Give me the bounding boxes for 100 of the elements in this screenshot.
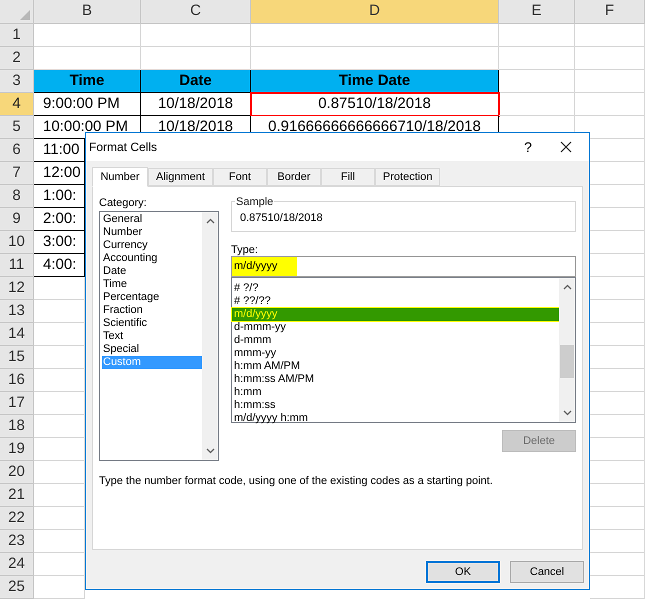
format-item[interactable]: d-mmm [232, 334, 559, 347]
row-header[interactable]: 6 [0, 139, 34, 162]
type-value: m/d/yyyy [232, 257, 298, 276]
table-cell: 1:00: [34, 185, 85, 208]
scroll-down-icon[interactable] [206, 448, 214, 454]
table-cell: 4:00: [34, 254, 85, 277]
category-list[interactable]: General Number Currency Accounting Date Time Percentage Fraction Scientific Text Special Custom [99, 211, 219, 461]
tab[interactable]: Number [92, 167, 148, 187]
cancel-button[interactable]: Cancel [510, 561, 584, 583]
table-cell: 3:00: [34, 231, 85, 254]
ok-button[interactable]: OK [426, 561, 500, 583]
category-item[interactable]: Special [102, 343, 202, 356]
triangle-icon [20, 10, 30, 20]
row-header[interactable]: 18 [0, 415, 34, 438]
row-header[interactable]: 17 [0, 392, 34, 415]
table-cell: 2:00: [34, 208, 85, 231]
row-header[interactable]: 11 [0, 254, 34, 277]
empty-cell[interactable] [499, 47, 575, 70]
category-item[interactable]: Scientific [102, 317, 202, 330]
column-heading: Time [34, 70, 141, 93]
row-header[interactable]: 15 [0, 346, 34, 369]
column-header[interactable]: F [575, 0, 645, 24]
close-icon [560, 141, 572, 153]
category-label: Category: [99, 196, 148, 211]
row-header[interactable]: 22 [0, 507, 34, 530]
column-header[interactable]: E [499, 0, 575, 24]
scroll-up-icon[interactable] [206, 218, 214, 224]
table-cell: 12:00 [34, 162, 85, 185]
tab[interactable]: Alignment [148, 168, 213, 186]
row-header[interactable]: 9 [0, 208, 34, 231]
select-all-corner[interactable] [0, 0, 34, 24]
category-item[interactable]: General [102, 213, 202, 226]
format-item[interactable]: h:mm:ss AM/PM [232, 373, 559, 386]
row-header[interactable]: 7 [0, 162, 34, 185]
sample-value: 0.87510/18/2018 [240, 211, 323, 226]
row-header[interactable]: 5 [0, 116, 34, 139]
table-cell: 9:00:00 PM [34, 93, 141, 116]
empty-cell[interactable] [499, 24, 575, 47]
scrollbar[interactable] [559, 278, 575, 422]
empty-cell[interactable] [575, 70, 645, 93]
empty-cell[interactable] [575, 47, 645, 70]
row-header[interactable]: 19 [0, 438, 34, 461]
tab[interactable]: Font [212, 168, 267, 186]
row-header[interactable]: 3 [0, 70, 34, 93]
format-item[interactable]: d-mmm-yy [232, 321, 559, 334]
column-header[interactable]: B [34, 0, 141, 24]
category-item[interactable]: Accounting [102, 252, 202, 265]
category-item[interactable]: Fraction [102, 304, 202, 317]
row-header[interactable]: 12 [0, 277, 34, 300]
category-item[interactable]: Percentage [102, 291, 202, 304]
row-header[interactable]: 8 [0, 185, 34, 208]
row-header[interactable]: 2 [0, 47, 34, 70]
category-item[interactable]: Text [102, 330, 202, 343]
format-item[interactable]: h:mm [232, 386, 559, 399]
empty-cell[interactable] [575, 93, 645, 116]
window-title: Format Cells [89, 139, 158, 156]
format-item[interactable]: m/d/yyyy h:mm [232, 412, 559, 425]
table-cell: 11:00 [34, 139, 85, 162]
row-header[interactable]: 20 [0, 461, 34, 484]
empty-cell[interactable] [141, 24, 251, 47]
row-header[interactable]: 23 [0, 530, 34, 553]
scroll-thumb[interactable] [560, 345, 574, 378]
row-header[interactable]: 14 [0, 323, 34, 346]
scroll-down-icon[interactable] [562, 410, 572, 416]
format-item[interactable]: # ?/? [232, 282, 559, 295]
column-heading: Time Date [251, 70, 499, 93]
row-header[interactable]: 25 [0, 576, 34, 599]
format-item[interactable]: h:mm AM/PM [232, 360, 559, 373]
help-button[interactable]: ? [513, 133, 543, 161]
category-item[interactable]: Time [102, 278, 202, 291]
empty-cell[interactable] [575, 24, 645, 47]
type-field[interactable]: m/d/yyyy [231, 256, 576, 277]
tab[interactable]: Protection [374, 168, 440, 186]
empty-cell[interactable] [251, 24, 499, 47]
column-heading: Date [141, 70, 251, 93]
row-header[interactable]: 1 [0, 24, 34, 47]
tab[interactable]: Border [266, 168, 321, 186]
format-item[interactable]: h:mm:ss [232, 399, 559, 412]
table-cell: 0.87510/18/2018 [251, 93, 499, 116]
sample-label: Sample [235, 194, 274, 210]
category-item[interactable]: Number [102, 226, 202, 239]
row-header[interactable]: 16 [0, 369, 34, 392]
scrollbar[interactable] [202, 212, 218, 460]
column-header[interactable]: C [141, 0, 251, 24]
category-item[interactable]: Currency [102, 239, 202, 252]
row-header[interactable]: 10 [0, 231, 34, 254]
row-header[interactable]: 24 [0, 553, 34, 576]
format-item[interactable]: mmm-yy [232, 347, 559, 360]
format-item[interactable]: # ??/?? [232, 295, 559, 308]
category-item[interactable]: Date [102, 265, 202, 278]
row-header[interactable]: 21 [0, 484, 34, 507]
row-header[interactable]: 13 [0, 300, 34, 323]
table-cell: 10/18/2018 [141, 93, 251, 116]
scroll-up-icon[interactable] [562, 284, 572, 290]
row-header[interactable]: 4 [0, 93, 34, 116]
type-label: Type: [231, 243, 259, 256]
format-list[interactable]: # ?/? # ??/?? m/d/yyyy d-mmm-yy d-mmm mmm-yy h:mm AM/PM h:mm:ss AM/PM h:mm h:mm:ss m/d/yyyy h:mm [231, 277, 576, 423]
column-header[interactable]: D [251, 0, 499, 24]
hint-text: Type the number format code, using one of the existing codes as a starting point. [99, 474, 494, 489]
tab[interactable]: Fill [320, 168, 375, 186]
